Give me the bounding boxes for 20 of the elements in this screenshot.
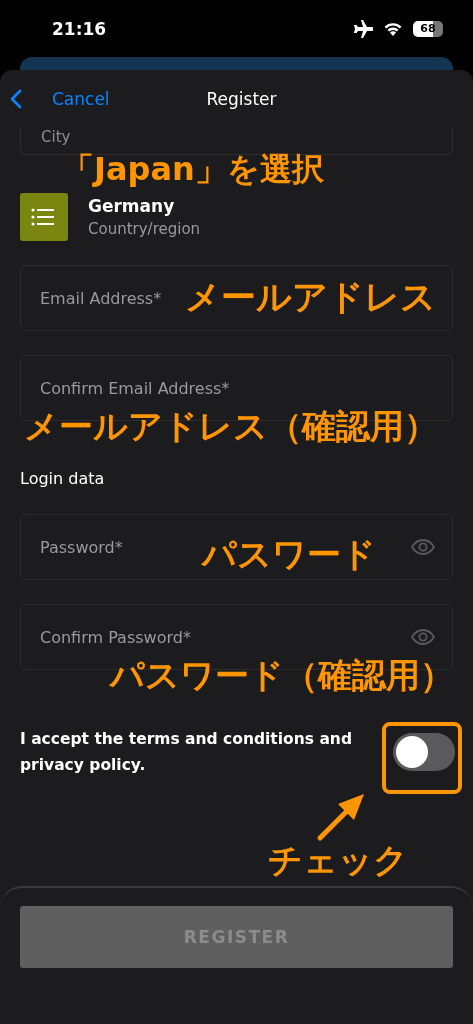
back-icon[interactable] (10, 89, 22, 109)
country-label: Country/region (88, 220, 201, 238)
list-icon[interactable] (20, 193, 68, 241)
battery-icon: 68 (413, 20, 443, 37)
terms-toggle[interactable] (393, 733, 455, 771)
eye-icon[interactable] (411, 629, 435, 645)
eye-icon[interactable] (411, 539, 435, 555)
arrow-icon (316, 792, 366, 842)
airplane-icon (353, 19, 373, 38)
annotation-label: 「Japan」を選択 (62, 152, 324, 188)
status-time: 21:16 (52, 18, 107, 39)
country-value: Germany (88, 196, 176, 216)
screen-title: Register (206, 89, 277, 109)
section-heading: Login data (20, 469, 106, 488)
annotation-label: メールアドレス (185, 278, 436, 317)
wifi-icon (383, 21, 403, 36)
cancel-link[interactable]: Cancel (10, 89, 110, 109)
annotation-label: チェック (268, 842, 408, 880)
terms-text: I accept the terms and conditions and privacy policy. (20, 729, 353, 776)
annotation-label: パスワード (202, 536, 376, 574)
